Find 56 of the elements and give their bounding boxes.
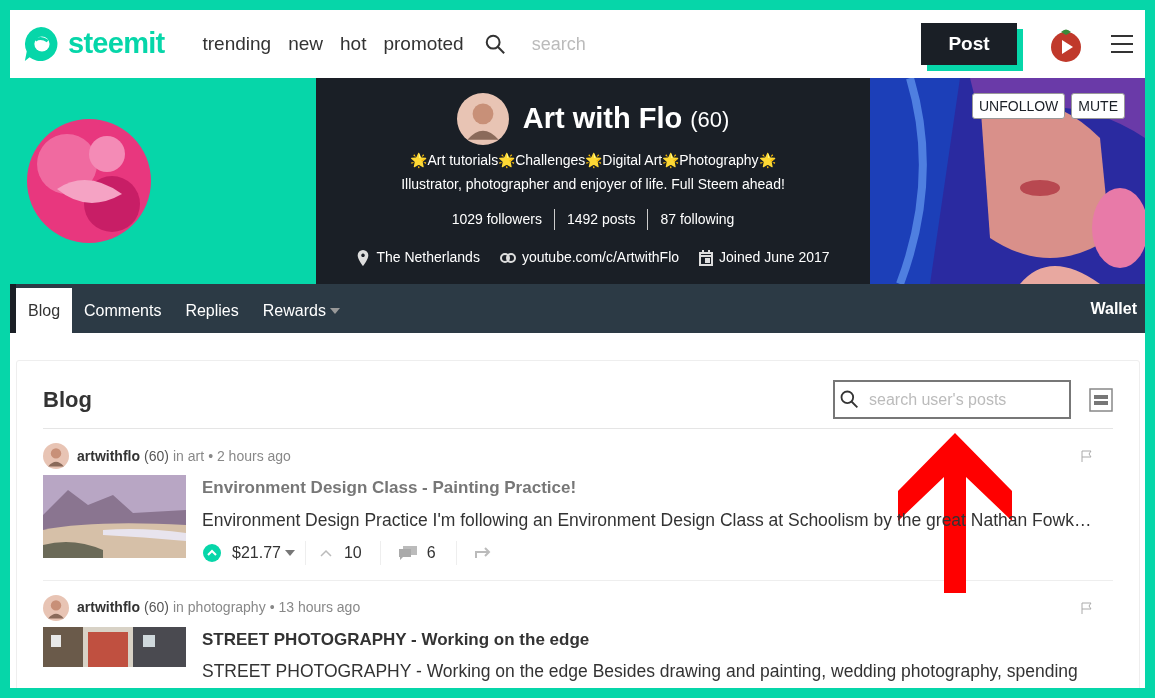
search-field[interactable]: search [531,30,732,58]
profile-tab[interactable]: Rewards [250,288,352,333]
profile-location: The Netherlands [376,248,480,267]
avatar [456,93,509,145]
category-prefix: in [172,598,184,618]
avatar [43,594,69,621]
comment-count[interactable]: 6 [426,540,436,565]
post-time: • 13 hours ago [269,598,361,618]
blog-heading: Blog [43,386,92,414]
logo-icon [22,25,60,63]
profile-stat[interactable]: 1029 followers [439,209,554,230]
post-button[interactable]: Post [921,23,1017,65]
user-posts-search-field[interactable]: search user's posts [833,380,1071,419]
profile-tagline: 🌟Art tutorials🌟Challenges🌟Digital Art🌟Photography🌟 [410,151,776,170]
author-reputation: (60) [144,598,169,618]
post-excerpt: STREET PHOTOGRAPHY - Working on the edge Besides drawing and painting, wedding photography, spending [202,660,1078,684]
post-title[interactable]: Environment Design Class - Painting Practice! [202,475,1092,501]
profile-website-link[interactable]: youtube.com/c/ArtwithFlo [521,247,680,268]
nav-link[interactable]: promoted [383,29,464,59]
menu-icon[interactable] [1111,34,1133,54]
author-reputation: (60) [144,446,169,466]
post-time: • 2 hours ago [208,446,291,466]
layout-toggle-icon[interactable] [1089,387,1113,412]
profile-tab[interactable]: Replies [173,288,251,333]
wallet-link[interactable]: Wallet [1090,296,1137,321]
unfollow-button[interactable]: UNFOLLOW [972,93,1066,119]
nav-link[interactable]: new [288,29,323,59]
avatar [43,443,69,469]
nav-link[interactable]: hot [340,29,367,59]
comments-icon [398,545,417,560]
profile-stat[interactable]: 1492 posts [553,209,648,230]
profile-tab[interactable]: Blog [16,288,73,333]
chevron-up-icon [319,548,332,557]
calendar-icon [699,249,714,266]
mute-button[interactable]: MUTE [1071,93,1125,119]
profile-tab[interactable]: Comments [72,288,174,333]
caret-icon [284,549,295,556]
vote-count[interactable]: 10 [343,540,362,565]
search-icon [839,389,859,409]
profile-name: Art with Flo [522,101,683,137]
profile-about: Illustrator, photographer and enjoyer of life. Full Steem ahead! [401,175,785,194]
post-category[interactable]: photography [187,597,266,619]
post-category[interactable]: art [187,445,205,467]
profile-joined: Joined June 2017 [719,248,830,267]
search-icon[interactable] [483,33,506,55]
payout[interactable]: $21.77 [232,540,281,565]
category-prefix: in [172,446,184,466]
reputation: (60) [690,105,730,134]
post-author[interactable]: artwithflo [77,445,140,467]
nav-link[interactable]: trending [202,29,272,59]
profile-stat[interactable]: 87 following [647,209,747,230]
post-author[interactable]: artwithflo [77,597,140,619]
logo-text: steemit [68,26,165,62]
location-pin-icon [356,249,371,266]
link-icon [499,252,516,263]
post-title[interactable]: STREET PHOTOGRAPHY - Working on the edge [202,626,1078,653]
